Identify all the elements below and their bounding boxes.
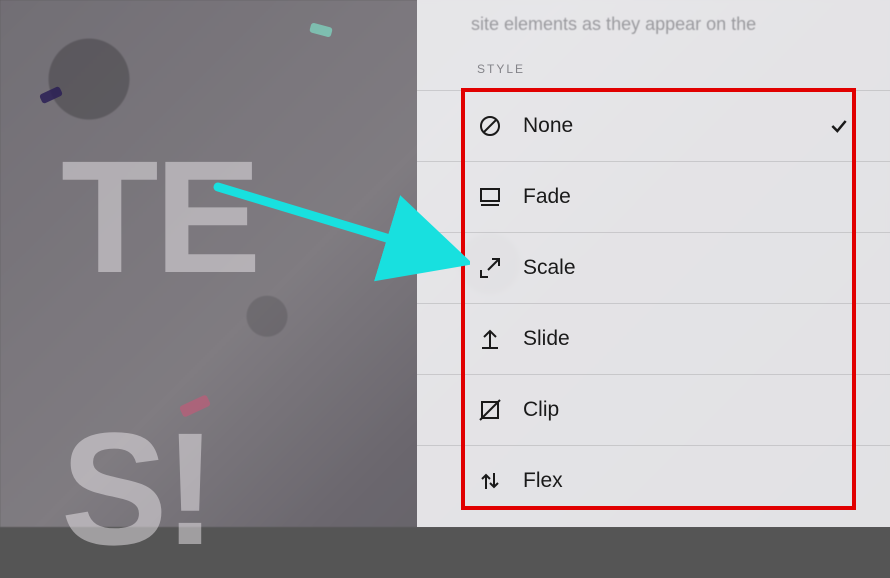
fade-icon <box>477 184 503 210</box>
style-option-label: Slide <box>523 327 808 351</box>
scale-icon <box>477 255 503 281</box>
style-option-label: Scale <box>523 256 808 280</box>
style-option-flex[interactable]: Flex <box>417 446 890 516</box>
empty-check <box>828 328 850 350</box>
clip-icon <box>477 397 503 423</box>
empty-check <box>828 257 850 279</box>
style-option-list: None Fade Scale Slide <box>417 90 890 516</box>
slide-icon <box>477 326 503 352</box>
empty-check <box>828 470 850 492</box>
none-icon <box>477 113 503 139</box>
style-option-label: Flex <box>523 469 808 493</box>
style-option-clip[interactable]: Clip <box>417 375 890 446</box>
style-option-fade[interactable]: Fade <box>417 162 890 233</box>
panel-description-fragment: site elements as they appear on the <box>417 8 890 46</box>
style-option-label: Fade <box>523 185 808 209</box>
selected-check-icon <box>828 115 850 137</box>
style-option-slide[interactable]: Slide <box>417 304 890 375</box>
flex-icon <box>477 468 503 494</box>
style-option-label: None <box>523 114 808 138</box>
empty-check <box>828 186 850 208</box>
style-section-label: STYLE <box>417 46 890 90</box>
style-option-label: Clip <box>523 398 808 422</box>
style-option-none[interactable]: None <box>417 90 890 162</box>
animation-style-panel: site elements as they appear on the STYL… <box>417 0 890 527</box>
style-option-scale[interactable]: Scale <box>417 233 890 304</box>
empty-check <box>828 399 850 421</box>
